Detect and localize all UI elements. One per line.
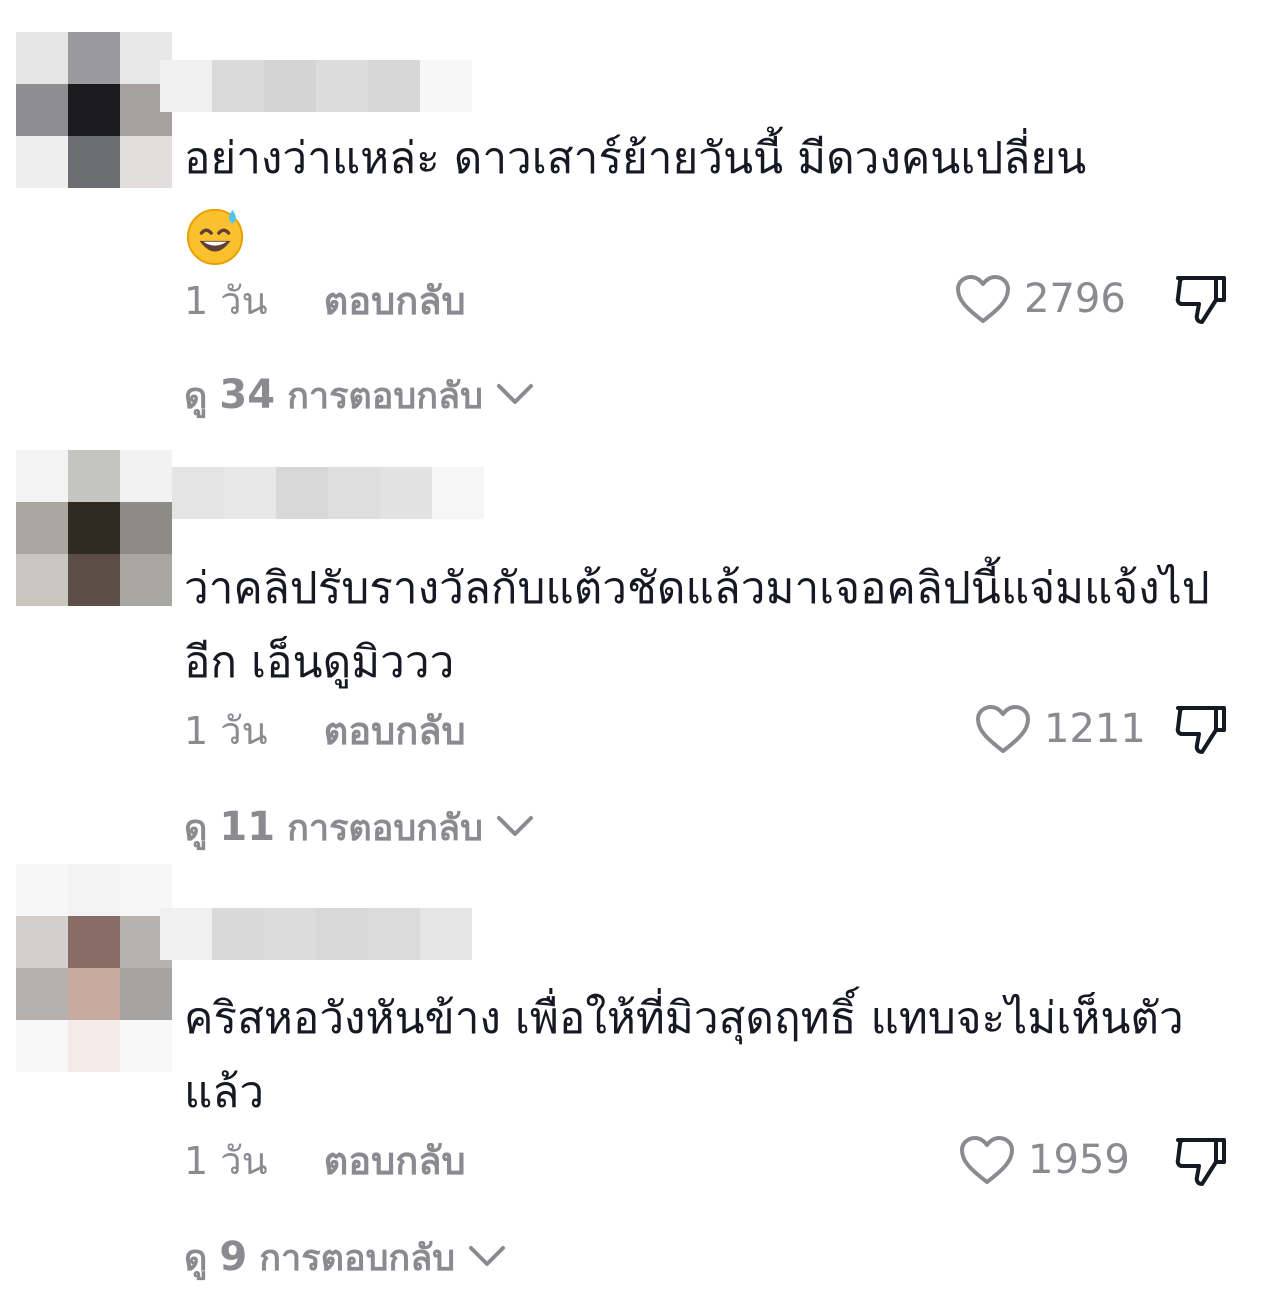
view-prefix: ดู [184,807,208,849]
view-prefix: ดู [184,1237,208,1279]
view-suffix: การตอบกลับ [259,1237,456,1279]
reply-button[interactable]: ตอบกลับ [324,276,466,326]
thumbs-down-icon[interactable] [1172,270,1230,328]
reply-count: 9 [219,1234,248,1280]
view-suffix: การตอบกลับ [287,375,483,417]
comment-time: 1 วัน [184,1139,268,1183]
comment-text: อย่างว่าแหล่ะ ดาวเสาร์ย้ายวันนี้ มีดวงคน… [184,122,1214,270]
comment-text: คริสหอวังหันข้าง เพื่อให้ที่มิวสุดฤทธิ์ … [184,993,1184,1118]
view-replies-button[interactable]: ดู 9 การตอบกลับ [184,1232,507,1282]
reply-button[interactable]: ตอบกลับ [324,706,466,756]
comment-time: 1 วัน [184,709,268,753]
username-blurred[interactable] [160,908,472,960]
like-button[interactable]: 1959 [958,1133,1130,1187]
like-count: 1959 [1028,1137,1130,1183]
like-count: 2796 [1024,276,1126,322]
chevron-down-icon [496,384,533,404]
heart-icon [976,705,1030,753]
chevron-down-icon [496,816,533,836]
comment-meta: 1 วัน ตอบกลับ [184,706,466,756]
avatar[interactable] [16,864,172,1074]
thumbs-down-icon[interactable] [1172,700,1230,758]
comment-meta: 1 วัน ตอบกลับ [184,276,466,326]
username-blurred[interactable] [172,467,484,519]
chevron-down-icon [469,1246,506,1266]
heart-icon [956,275,1010,323]
reply-count: 34 [219,372,276,418]
reply-count: 11 [219,804,276,850]
comment-text: ว่าคลิปรับรางวัลกับแต้วชัดแล้วมาเจอคลิปน… [184,563,1210,688]
view-suffix: การตอบกลับ [287,807,483,849]
sweat-smile-emoji [186,208,244,266]
thumbs-down-icon[interactable] [1172,1132,1230,1190]
like-count: 1211 [1044,706,1146,752]
reply-button[interactable]: ตอบกลับ [324,1136,466,1186]
like-button[interactable]: 1211 [974,702,1146,756]
like-button[interactable]: 2796 [954,272,1126,326]
view-replies-button[interactable]: ดู 11 การตอบกลับ [184,802,535,852]
view-prefix: ดู [184,375,208,417]
view-replies-button[interactable]: ดู 34 การตอบกลับ [184,370,535,420]
username-blurred[interactable] [160,60,472,112]
avatar[interactable] [16,32,172,188]
comment-time: 1 วัน [184,279,268,323]
avatar[interactable] [16,450,172,606]
comment-meta: 1 วัน ตอบกลับ [184,1136,466,1186]
heart-icon [960,1136,1014,1184]
